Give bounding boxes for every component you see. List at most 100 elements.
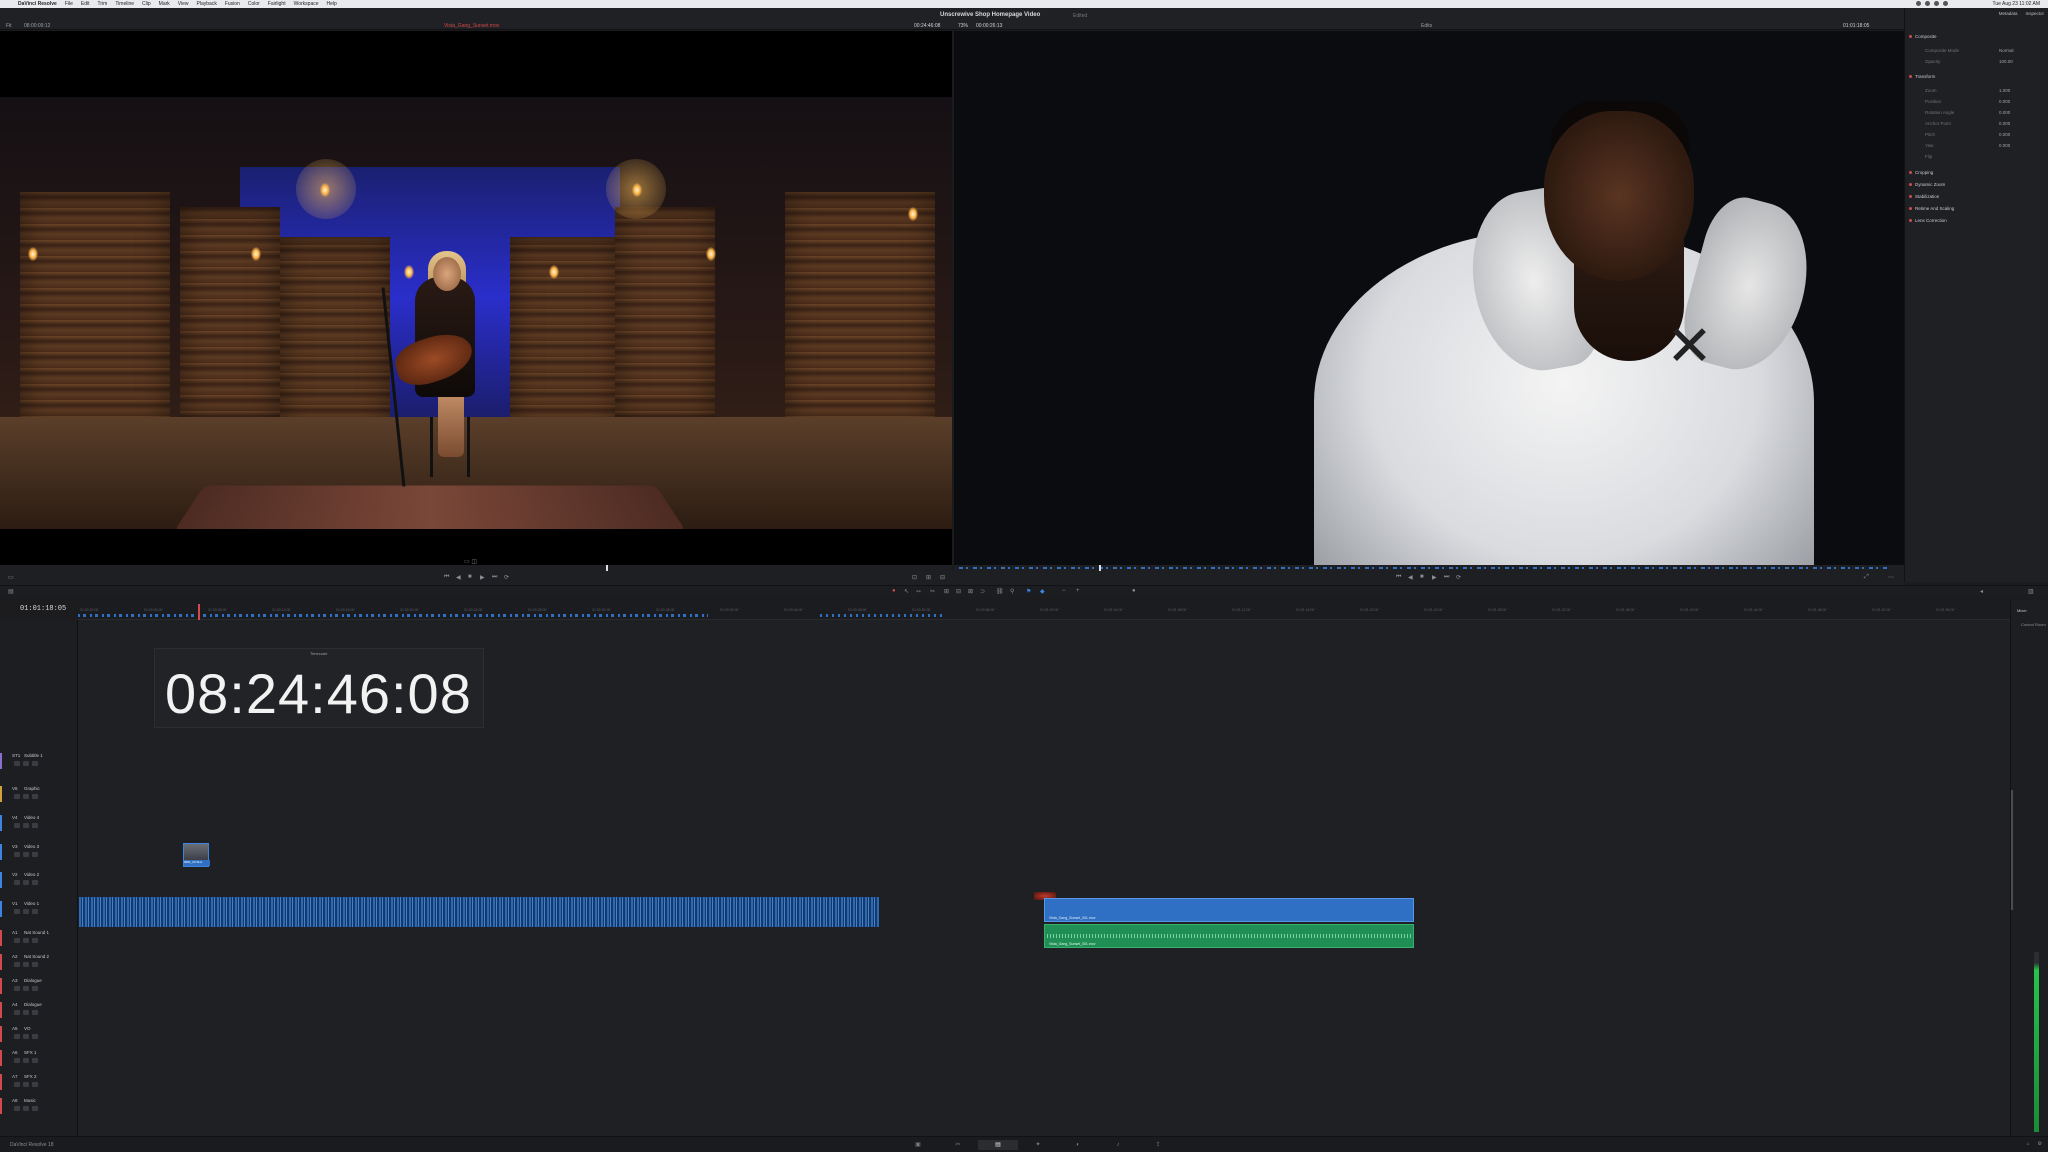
wifi-icon[interactable]	[1916, 1, 1921, 6]
tl-stop-icon[interactable]: ■	[1420, 574, 1424, 580]
timeline-viewer-zoom[interactable]: 73%	[958, 23, 968, 29]
solo-icon[interactable]	[23, 962, 29, 967]
solo-icon[interactable]	[23, 1106, 29, 1111]
rotation-value[interactable]: 0.000	[1999, 110, 2010, 115]
menu-fairlight[interactable]: Fairlight	[268, 1, 286, 7]
menu-app-name[interactable]: DaVinci Resolve	[18, 1, 57, 7]
timeline-vertical-scrollbar[interactable]	[2011, 790, 2013, 910]
src-go-to-end-icon[interactable]: ⏭	[492, 574, 497, 581]
inspector-section-composite[interactable]: Composite	[1909, 34, 1937, 39]
src-loop-icon[interactable]: ⟳	[504, 574, 509, 581]
track-name[interactable]: Nat Sound 2	[24, 954, 49, 959]
position-value[interactable]: 0.000	[1999, 99, 2010, 104]
track-name[interactable]: SFX 2	[24, 1074, 37, 1079]
control-center-icon[interactable]	[1943, 1, 1948, 6]
menu-color[interactable]: Color	[248, 1, 260, 7]
marker-icon[interactable]: ◆	[1040, 588, 1045, 595]
apple-icon[interactable]	[6, 1, 12, 7]
record-icon[interactable]: ●	[892, 588, 896, 594]
page-color-icon[interactable]: ◐	[1058, 1140, 1098, 1150]
track-name[interactable]: Nat Sound 1	[24, 930, 49, 935]
selection-tool-icon[interactable]: ↖	[904, 588, 909, 595]
lock-icon[interactable]	[14, 962, 20, 967]
blade-tool-icon[interactable]: ✂	[930, 588, 935, 595]
lock-icon[interactable]	[14, 1010, 20, 1015]
zoom-out-icon[interactable]: −	[1062, 588, 1066, 594]
src-play-reverse-icon[interactable]: ◀	[456, 574, 461, 581]
battery-icon[interactable]	[1925, 1, 1930, 6]
solo-icon[interactable]	[23, 1010, 29, 1015]
mixer-toggle-icon[interactable]: ▥	[2028, 588, 2034, 595]
inspector-section-cropping[interactable]: Cropping	[1908, 170, 1933, 175]
audio-level-slider[interactable]: ◂	[1980, 588, 1983, 595]
lock-icon[interactable]	[14, 880, 20, 885]
menu-file[interactable]: File	[65, 1, 73, 7]
mute-icon[interactable]	[32, 1106, 38, 1111]
menu-help[interactable]: Help	[327, 1, 337, 7]
flag-icon[interactable]: ⚑	[1026, 588, 1031, 595]
anchor-value[interactable]: 0.000	[1999, 121, 2010, 126]
visibility-icon[interactable]	[32, 909, 38, 914]
tl-go-to-end-icon[interactable]: ⏭	[1444, 574, 1449, 581]
auto-select-icon[interactable]	[23, 852, 29, 857]
timeline-name-dropdown[interactable]: Edits	[1421, 23, 1432, 29]
track-name[interactable]: Music	[24, 1098, 36, 1103]
menu-trim[interactable]: Trim	[98, 1, 108, 7]
page-deliver-icon[interactable]: ⇪	[1138, 1140, 1178, 1150]
inspector-section-lens-correction[interactable]: Lens Correction	[1909, 218, 1947, 223]
track-name[interactable]: Video 1	[24, 901, 39, 906]
opacity-value[interactable]: 100.00	[1999, 59, 2013, 64]
menu-clock[interactable]: Tue Aug 23 11:02 AM	[1992, 1, 2040, 7]
timeline-viewer[interactable]: ✕	[954, 31, 1904, 565]
track-name[interactable]: VO	[24, 1026, 31, 1031]
settings-icon[interactable]: ⚙	[2038, 1141, 2042, 1147]
linked-selection-icon[interactable]: ⛓	[996, 588, 1004, 595]
insert-clip-icon[interactable]: ⊞	[944, 588, 949, 595]
insert-icon[interactable]: ⊞	[926, 574, 931, 581]
track-name[interactable]: Dialogue	[24, 978, 42, 983]
audio-clip[interactable]: Vista_Gang_Sunset_001.mov	[1044, 924, 1414, 948]
auto-select-icon[interactable]	[23, 823, 29, 828]
overwrite-icon[interactable]: ⊟	[940, 574, 945, 581]
track-name[interactable]: Video 3	[24, 844, 39, 849]
menu-timeline[interactable]: Timeline	[115, 1, 134, 7]
lock-icon[interactable]	[14, 986, 20, 991]
lock-icon[interactable]	[14, 938, 20, 943]
fullscreen-icon[interactable]: ⤢	[1864, 574, 1869, 581]
mute-icon[interactable]	[32, 1010, 38, 1015]
match-frame-icon[interactable]: ⊡	[912, 574, 917, 581]
visibility-icon[interactable]	[32, 794, 38, 799]
visibility-icon[interactable]	[32, 823, 38, 828]
timecode-window[interactable]: Timecode 08:24:46:08	[154, 648, 484, 728]
timeline-ruler[interactable]: 01:00:00:00 01:00:04:00 01:00:08:00 01:0…	[78, 600, 2010, 620]
viewer-overlay-icons[interactable]: ▭ ◫	[464, 558, 477, 565]
menu-edit[interactable]: Edit	[81, 1, 90, 7]
trim-tool-icon[interactable]: ⇿	[916, 588, 921, 595]
pitch-value[interactable]: 0.000	[1999, 132, 2010, 137]
lock-icon[interactable]	[14, 794, 20, 799]
tl-play-reverse-icon[interactable]: ◀	[1408, 574, 1413, 581]
composite-mode-value[interactable]: Normal	[1999, 48, 2014, 53]
menu-view[interactable]: View	[178, 1, 189, 7]
source-viewer[interactable]: ▭ ◫	[0, 31, 952, 565]
src-stop-icon[interactable]: ■	[468, 574, 472, 580]
video-clip[interactable]: Vista_Gang_Sunset_001.mov	[1044, 898, 1414, 922]
tl-go-to-start-icon[interactable]: ⏮	[1396, 574, 1401, 581]
lock-icon[interactable]	[14, 761, 20, 766]
tl-play-icon[interactable]: ▶	[1432, 574, 1437, 581]
mute-icon[interactable]	[32, 1034, 38, 1039]
solo-icon[interactable]	[23, 1082, 29, 1087]
menu-mark[interactable]: Mark	[159, 1, 170, 7]
home-icon[interactable]: ⌂	[2026, 1141, 2029, 1147]
lock-icon[interactable]	[14, 909, 20, 914]
tab-metadata[interactable]: Metadata	[1999, 11, 2018, 16]
auto-select-icon[interactable]	[23, 761, 29, 766]
zoom-slider[interactable]: ●	[1132, 588, 1136, 594]
replace-clip-icon[interactable]: ⊠	[968, 588, 973, 595]
mute-icon[interactable]	[32, 1082, 38, 1087]
timeline-current-timecode[interactable]: 01:01:18:05	[20, 605, 66, 613]
solo-icon[interactable]	[23, 1034, 29, 1039]
mute-icon[interactable]	[32, 986, 38, 991]
graphic-clip[interactable]: 0001_03.SLA	[183, 843, 210, 867]
solo-icon[interactable]	[23, 938, 29, 943]
